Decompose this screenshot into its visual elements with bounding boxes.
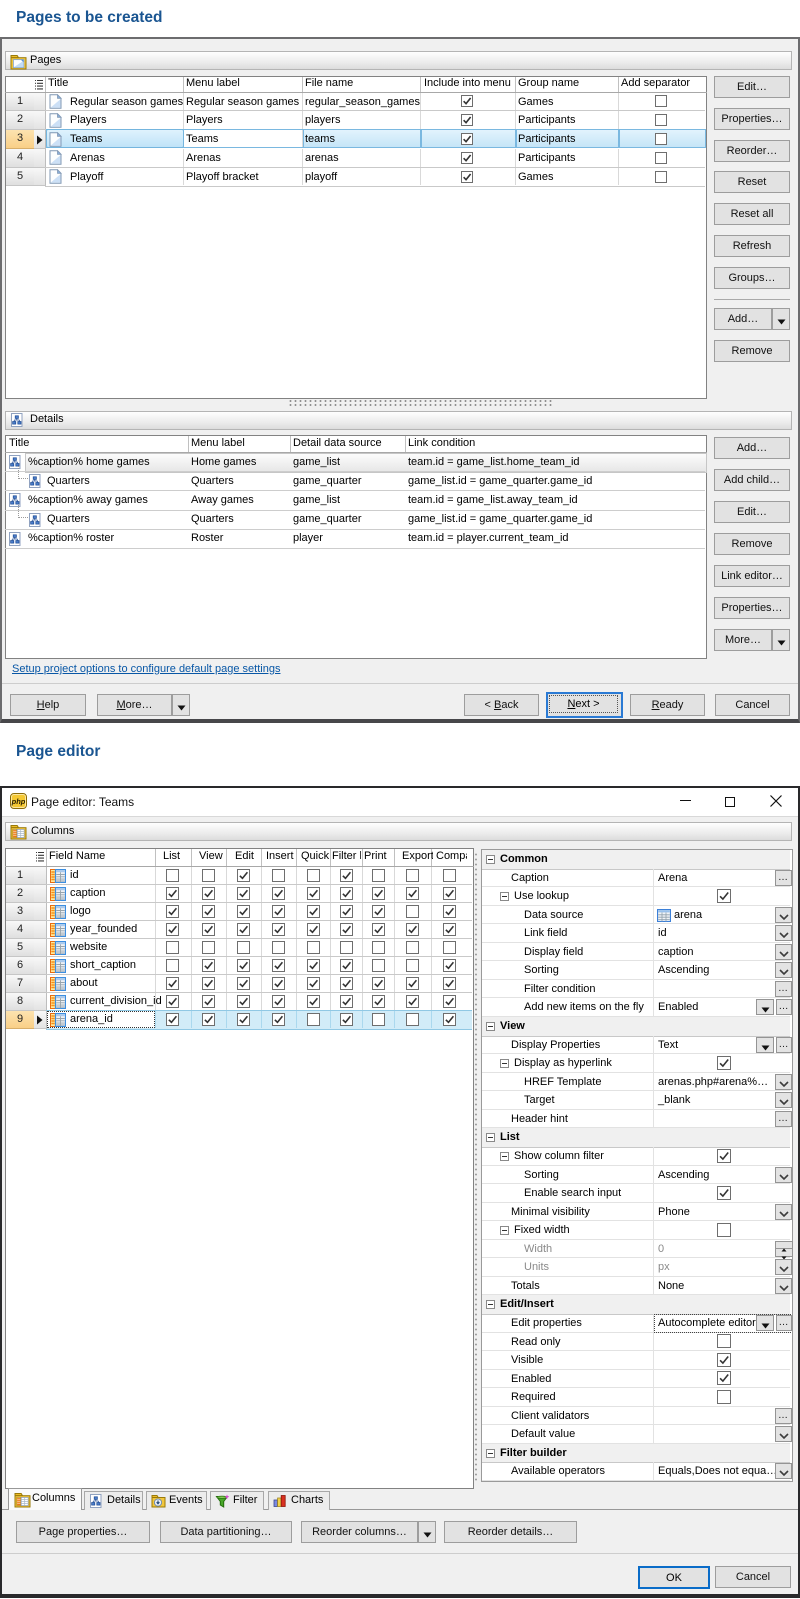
svg-text:php: php bbox=[11, 797, 26, 806]
